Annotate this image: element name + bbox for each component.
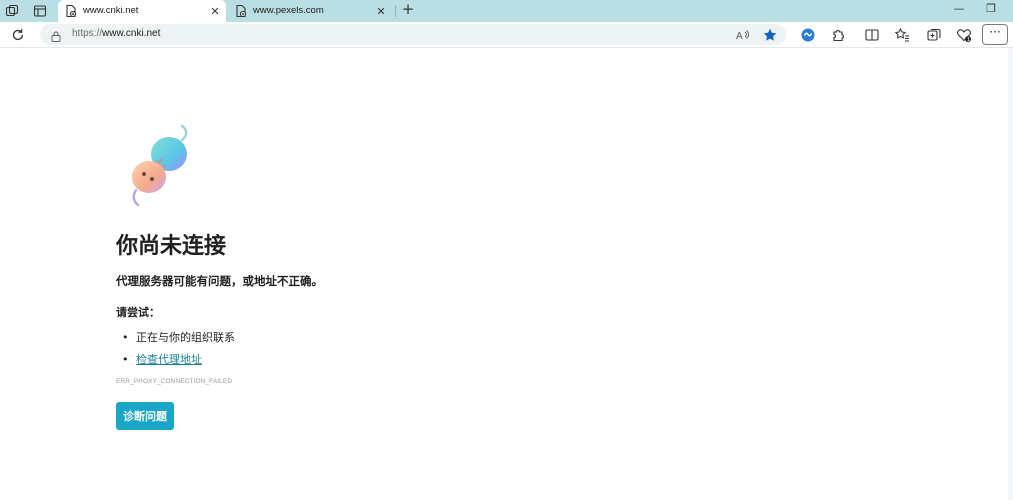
- check-proxy-link[interactable]: 检查代理地址: [136, 353, 202, 366]
- try-label: 请尝试：: [116, 306, 160, 319]
- suggestion-text: 正在与你的组织联系: [136, 331, 235, 344]
- suggestion-item: • 检查代理地址: [122, 351, 202, 367]
- more-button[interactable]: ···: [982, 24, 1008, 45]
- favorite-star-icon[interactable]: [762, 27, 778, 43]
- tab-actions-icon[interactable]: [32, 3, 48, 19]
- tab-title: www.cnki.net: [83, 5, 139, 16]
- bullet: •: [122, 331, 129, 344]
- new-tab-button[interactable]: +: [400, 2, 416, 18]
- tab-cnki[interactable]: www.cnki.net ✕: [58, 0, 226, 22]
- collections-icon[interactable]: [925, 26, 943, 44]
- refresh-icon[interactable]: [9, 26, 27, 44]
- svg-text:1: 1: [967, 37, 970, 43]
- extensions-icon[interactable]: [829, 26, 847, 44]
- tab-strip: www.cnki.net ✕ www.pexels.com ✕ + — ❐: [0, 0, 1013, 22]
- address-bar[interactable]: https://www.cnki.net A: [40, 24, 786, 45]
- bullet: •: [122, 353, 129, 366]
- url-text[interactable]: https://www.cnki.net: [72, 28, 160, 39]
- url-scheme: https://: [72, 28, 103, 39]
- scrollbar[interactable]: [1008, 48, 1013, 500]
- read-aloud-icon[interactable]: A: [734, 27, 750, 43]
- page-title: 你尚未连接: [116, 234, 227, 259]
- page-icon: [234, 4, 248, 18]
- suggestion-item: • 正在与你的组织联系: [122, 329, 235, 345]
- diagnose-button[interactable]: 诊断问题: [116, 402, 174, 430]
- toolbar: https://www.cnki.net A 1 ···: [0, 22, 1013, 48]
- tab-title: www.pexels.com: [253, 5, 324, 16]
- tab-close-button[interactable]: ✕: [208, 3, 222, 19]
- error-code: ERR_PROXY_CONNECTION_FAILED: [116, 378, 233, 385]
- copilot-icon[interactable]: [799, 26, 817, 44]
- favorites-icon[interactable]: [893, 26, 911, 44]
- tab-separator: [395, 5, 396, 17]
- minimize-button[interactable]: —: [950, 2, 968, 18]
- url-host: www.cnki.net: [102, 28, 161, 39]
- page-icon: [64, 4, 78, 18]
- split-screen-icon[interactable]: [863, 26, 881, 44]
- svg-text:A: A: [736, 31, 743, 42]
- disconnected-plug-illustration: [126, 124, 196, 208]
- workspaces-icon[interactable]: [4, 3, 20, 19]
- browser-essentials-icon[interactable]: 1: [955, 26, 973, 44]
- error-description: 代理服务器可能有问题，或地址不正确。: [116, 274, 323, 288]
- tab-close-button[interactable]: ✕: [374, 3, 388, 19]
- restore-button[interactable]: ❐: [982, 2, 1000, 18]
- lock-icon[interactable]: [50, 28, 62, 42]
- tab-pexels[interactable]: www.pexels.com ✕: [228, 0, 394, 22]
